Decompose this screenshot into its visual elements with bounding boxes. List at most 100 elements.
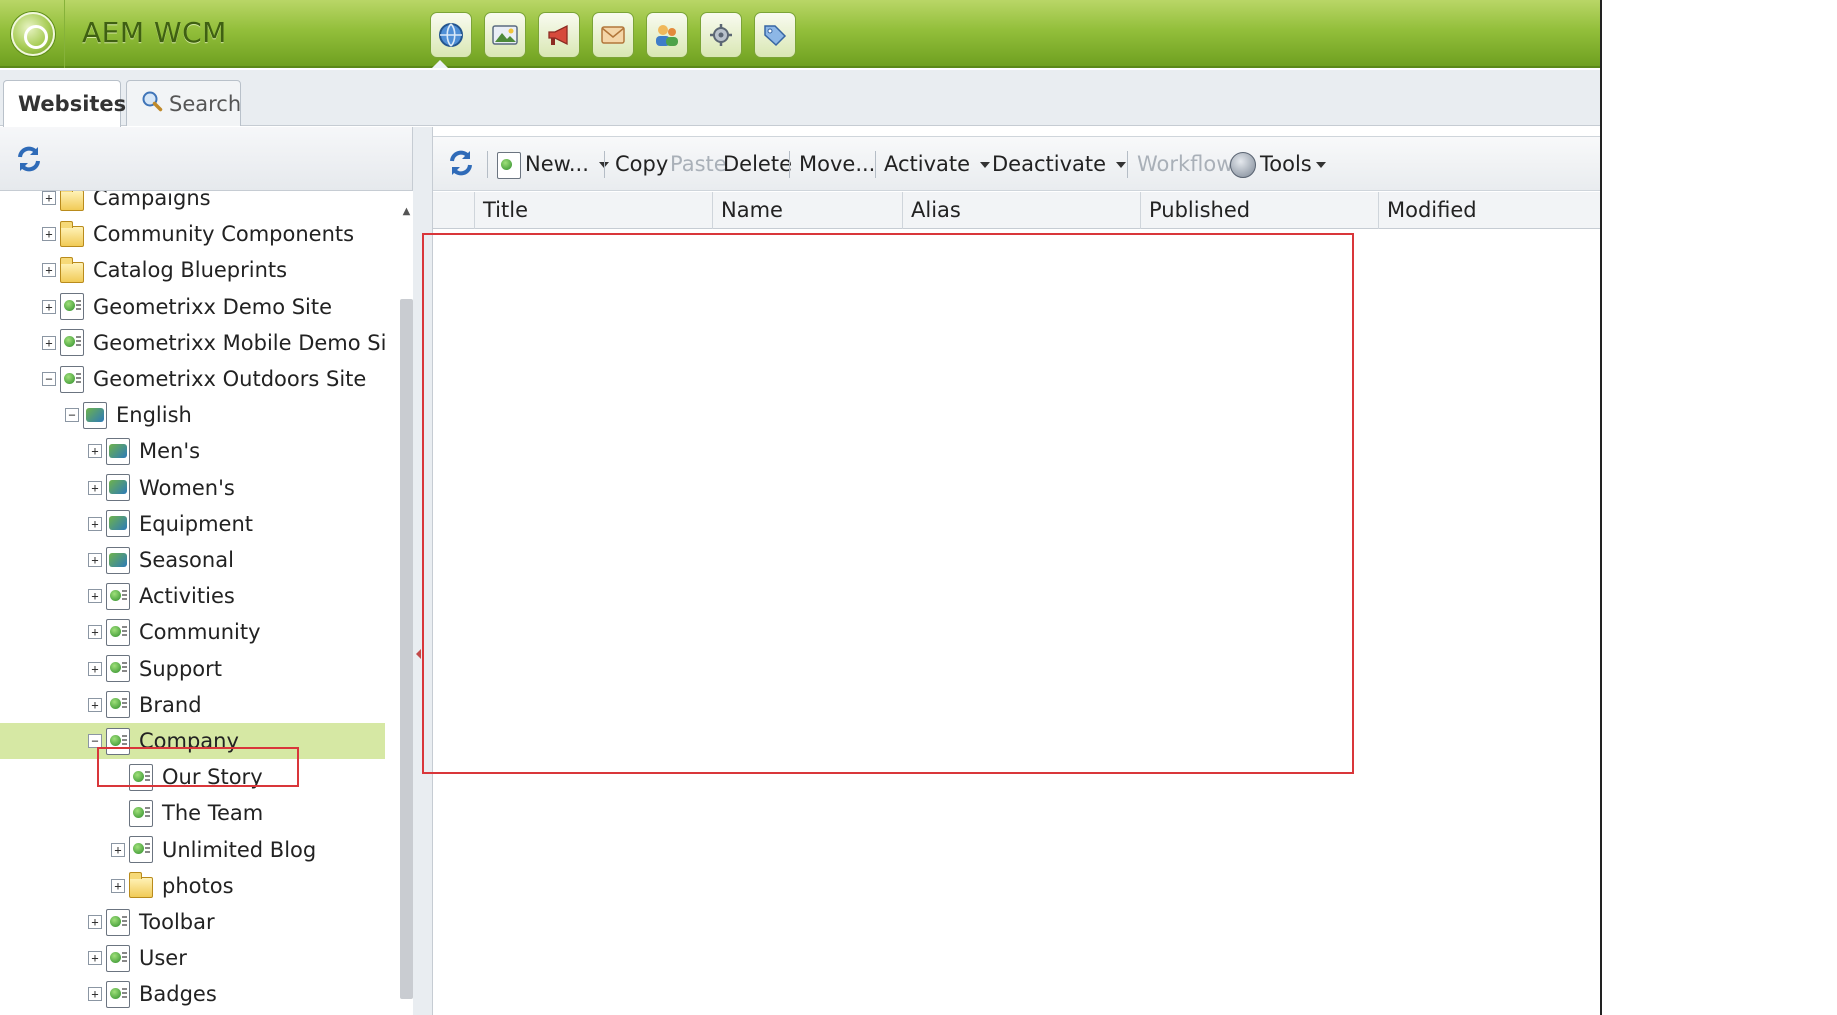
expand-toggle-icon[interactable]: +	[42, 227, 56, 242]
expand-toggle-icon[interactable]: +	[88, 915, 102, 929]
column-header-title[interactable]: Title	[474, 192, 712, 229]
page-icon	[106, 691, 130, 719]
tab-search-label: Search	[169, 91, 242, 116]
expand-toggle-icon[interactable]: +	[42, 263, 56, 278]
tools-button[interactable]: Tools	[1230, 151, 1326, 178]
expand-toggle-icon[interactable]: +	[42, 335, 56, 350]
expand-toggle-icon[interactable]: +	[88, 589, 102, 604]
aem-logo-icon[interactable]	[11, 12, 55, 56]
page-list-panel: New... Copy Paste Delete Move... Activat…	[433, 127, 1600, 1015]
tree-item[interactable]: + Women's	[0, 470, 385, 506]
tree-item[interactable]: + Men's	[0, 433, 385, 469]
tree-item[interactable]: + Geometrixx Mobile Demo Site	[0, 325, 385, 361]
activate-button[interactable]: Activate	[884, 151, 991, 178]
tree-item-label: Seasonal	[139, 548, 234, 572]
deactivate-button[interactable]: Deactivate	[992, 151, 1127, 178]
scrollbar-thumb[interactable]	[400, 299, 413, 999]
tagging-console-icon[interactable]	[754, 12, 796, 58]
tree-item[interactable]: + Unlimited Blog	[0, 832, 385, 868]
delete-button[interactable]: Delete	[723, 151, 792, 178]
page-icon	[129, 836, 153, 864]
toolbar-separator	[487, 151, 488, 178]
campaigns-console-icon[interactable]	[538, 12, 580, 58]
folder-icon	[129, 872, 153, 899]
tree-item[interactable]: + Geometrixx Demo Site	[0, 289, 385, 325]
tree-item[interactable]: + Badges	[0, 976, 385, 1012]
expand-toggle-icon[interactable]: +	[111, 878, 125, 893]
paste-button[interactable]: Paste	[670, 151, 727, 178]
expand-toggle-icon[interactable]: +	[88, 661, 102, 676]
tree-item[interactable]: − English	[0, 397, 385, 433]
column-header-modified[interactable]: Modified	[1378, 192, 1600, 229]
page-icon	[60, 365, 84, 393]
tab-search[interactable]: Search	[126, 80, 241, 126]
tree-item-label: English	[116, 403, 192, 428]
tree-item[interactable]: + photos	[0, 868, 385, 904]
page-grid-body[interactable]	[433, 229, 1600, 1015]
tree-item[interactable]: + Community Components	[0, 216, 385, 252]
tree-item[interactable]: + Activities	[0, 578, 385, 614]
toolbar-separator	[604, 151, 605, 178]
tree-scrollbar[interactable]: ▲	[400, 191, 413, 1015]
tree-item[interactable]: − Company	[0, 723, 385, 759]
tree-item[interactable]: Our Story	[0, 759, 385, 795]
tree-item[interactable]: + Toolbar	[0, 904, 385, 940]
expand-toggle-icon[interactable]: +	[88, 553, 102, 567]
column-header-published[interactable]: Published	[1140, 192, 1378, 229]
new-button[interactable]: New...	[497, 151, 609, 179]
expand-toggle-icon[interactable]: +	[88, 480, 102, 495]
tree-item[interactable]: + Support	[0, 651, 385, 687]
refresh-icon[interactable]	[445, 148, 477, 180]
expand-toggle-icon[interactable]: +	[111, 842, 125, 857]
expand-toggle-icon[interactable]: +	[88, 697, 102, 712]
expand-toggle-icon[interactable]: +	[88, 516, 102, 531]
tree-item-label: Equipment	[139, 511, 253, 536]
tree-item[interactable]: + Catalog Blueprints	[0, 252, 385, 288]
collapse-arrow-icon[interactable]	[416, 649, 421, 659]
tree-item[interactable]: + Brand	[0, 687, 385, 723]
websites-console-icon[interactable]	[430, 12, 472, 58]
inbox-console-icon[interactable]	[592, 12, 634, 58]
tree-item[interactable]: The Team	[0, 795, 385, 831]
toolbar-separator	[875, 151, 876, 178]
tree-item[interactable]: + Equipment	[0, 506, 385, 542]
toolbar-separator	[1127, 151, 1128, 178]
collapse-toggle-icon[interactable]: −	[65, 408, 79, 423]
expand-toggle-icon[interactable]: +	[88, 444, 102, 459]
tree-item[interactable]: − Geometrixx Outdoors Site	[0, 361, 385, 397]
column-header-name[interactable]: Name	[712, 192, 902, 229]
expand-toggle-icon[interactable]: +	[88, 987, 102, 1002]
tree-item-label: Brand	[139, 692, 202, 717]
expand-toggle-icon[interactable]: +	[42, 299, 56, 314]
refresh-icon[interactable]	[13, 144, 45, 176]
copy-button[interactable]: Copy	[615, 151, 668, 178]
panel-splitter[interactable]	[413, 127, 433, 1015]
aem-wcm-window: AEM WCM Websites Search + Campaigns + Co…	[0, 0, 1602, 1015]
users-console-icon[interactable]	[646, 12, 688, 58]
column-header-alias[interactable]: Alias	[902, 192, 1140, 229]
tree-item-label: Geometrixx Outdoors Site	[93, 367, 367, 391]
collapse-toggle-icon[interactable]: −	[42, 372, 56, 386]
tree-item[interactable]: + Seasonal	[0, 542, 385, 578]
tree-item-label: The Team	[162, 801, 264, 826]
tools-console-icon[interactable]	[700, 12, 742, 58]
tree-item-label: Geometrixx Mobile Demo Site	[93, 330, 385, 355]
expand-toggle-icon[interactable]: +	[88, 951, 102, 966]
header-divider	[64, 0, 65, 68]
expand-toggle-icon[interactable]: +	[42, 191, 56, 205]
collapse-toggle-icon[interactable]: −	[88, 734, 102, 748]
tree-item[interactable]: + Community	[0, 614, 385, 650]
expand-toggle-icon[interactable]: +	[88, 625, 102, 640]
tree-item[interactable]: + Campaigns	[0, 191, 385, 216]
move-button[interactable]: Move...	[799, 151, 875, 178]
language-page-icon	[83, 401, 107, 429]
tools-button-label: Tools	[1260, 152, 1312, 176]
digital-assets-console-icon[interactable]	[484, 12, 526, 58]
tree-item-label: Campaigns	[93, 191, 211, 210]
page-icon	[106, 944, 130, 972]
tab-websites[interactable]: Websites	[3, 80, 126, 127]
tree-item[interactable]: + User	[0, 940, 385, 976]
tree-item-label: Geometrixx Demo Site	[93, 294, 333, 319]
deactivate-button-label: Deactivate	[992, 152, 1107, 176]
scroll-up-arrow-icon[interactable]: ▲	[400, 205, 413, 218]
